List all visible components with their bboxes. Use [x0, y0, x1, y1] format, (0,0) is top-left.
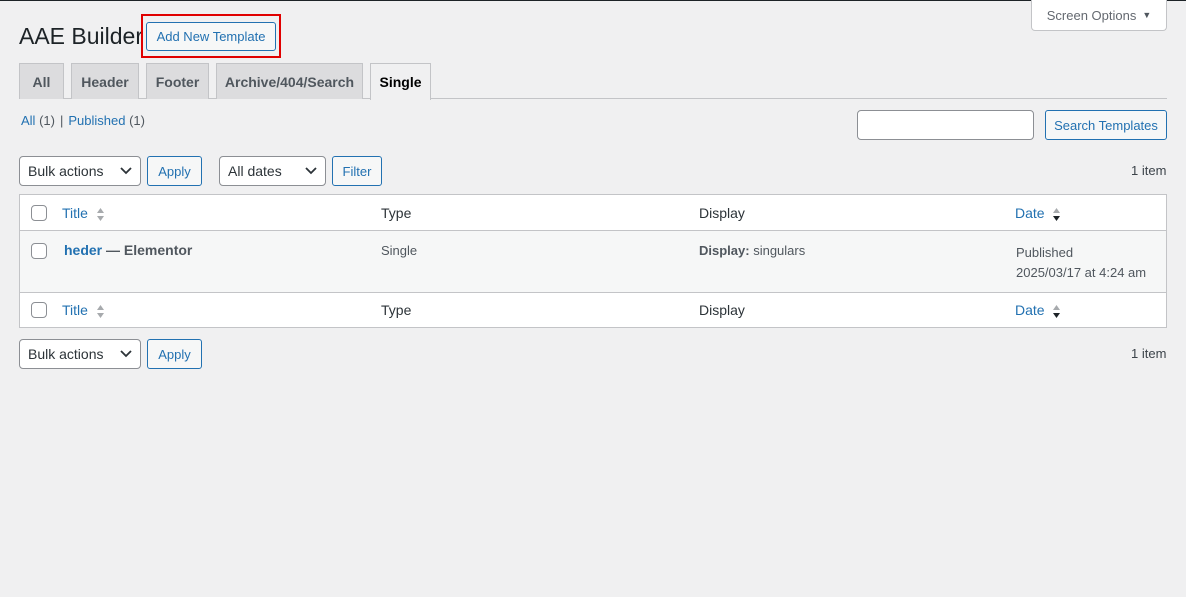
row-display-value: singulars	[753, 243, 806, 258]
tab-archive-404-search[interactable]: Archive/404/Search	[216, 63, 363, 99]
select-all-checkbox-footer[interactable]	[31, 302, 47, 318]
add-new-template-button[interactable]: Add New Template	[146, 22, 276, 51]
row-date: Published 2025/03/17 at 4:24 am	[1016, 243, 1146, 283]
bulk-actions-bottom-value: Bulk actions	[28, 346, 104, 362]
view-all-link[interactable]: All (1)	[21, 113, 55, 128]
caret-down-icon: ▼	[1142, 10, 1152, 20]
bulk-actions-select-bottom[interactable]: Bulk actions	[19, 339, 141, 369]
search-input[interactable]	[857, 110, 1034, 140]
row-title-link[interactable]: heder	[64, 242, 102, 258]
column-title-footer[interactable]: Title	[62, 302, 105, 319]
bulk-actions-value: Bulk actions	[28, 163, 104, 179]
column-date-footer[interactable]: Date	[1015, 302, 1061, 319]
filter-button[interactable]: Filter	[332, 156, 382, 186]
template-type-tabs: All Header Footer Archive/404/Search Sin…	[19, 63, 1167, 100]
search-templates-button[interactable]: Search Templates	[1045, 110, 1167, 140]
table-footer: Title Type Display Date	[20, 292, 1166, 327]
row-display-label: Display:	[699, 243, 750, 258]
view-published-link[interactable]: Published (1)	[68, 113, 145, 128]
chevron-down-icon	[120, 167, 132, 175]
apply-button[interactable]: Apply	[147, 156, 202, 186]
view-published-label: Published	[68, 113, 126, 128]
chevron-down-icon	[120, 350, 132, 358]
column-display-header: Display	[699, 205, 745, 221]
row-date-status: Published	[1016, 245, 1074, 260]
column-display-footer: Display	[699, 302, 745, 318]
sort-icon	[96, 304, 104, 318]
table-header: Title Type Display Date	[20, 195, 1166, 231]
row-title-cell: heder — Elementor	[64, 242, 192, 258]
column-date-label: Date	[1015, 205, 1045, 221]
items-count: 1 item	[1131, 163, 1167, 178]
column-title-footer-label: Title	[62, 302, 88, 318]
column-type-header: Type	[381, 205, 412, 221]
admin-bar-edge	[0, 0, 1186, 1]
tab-single[interactable]: Single	[370, 63, 431, 100]
column-title-header[interactable]: Title	[62, 205, 105, 222]
templates-table: Title Type Display Date heder — Elemento…	[19, 194, 1167, 328]
row-checkbox[interactable]	[31, 243, 47, 259]
tab-all[interactable]: All	[19, 63, 64, 99]
row-state-separator: —	[106, 242, 121, 258]
column-title-label: Title	[62, 205, 88, 221]
tab-footer[interactable]: Footer	[146, 63, 209, 99]
table-row: heder — Elementor Single Display: singul…	[20, 231, 1166, 292]
screen-options-label: Screen Options	[1046, 7, 1137, 23]
view-published-count: (1)	[129, 113, 145, 128]
sort-desc-icon	[1053, 304, 1061, 318]
bulk-actions-select[interactable]: Bulk actions	[19, 156, 141, 186]
status-views: All (1) | Published (1)	[21, 113, 145, 128]
row-state: Elementor	[123, 242, 193, 258]
items-count-bottom: 1 item	[1131, 346, 1167, 361]
row-type: Single	[381, 243, 418, 258]
tab-header[interactable]: Header	[71, 63, 139, 99]
page-title: AAE Builder	[19, 23, 144, 49]
view-all-label: All	[21, 113, 36, 128]
row-display: Display: singulars	[699, 243, 805, 258]
column-date-header[interactable]: Date	[1015, 205, 1061, 222]
row-date-value: 2025/03/17 at 4:24 am	[1016, 265, 1147, 280]
dates-filter-value: All dates	[228, 163, 282, 179]
column-type-footer: Type	[381, 302, 412, 318]
chevron-down-icon	[305, 167, 317, 175]
select-all-checkbox[interactable]	[31, 205, 47, 221]
screen-options-button[interactable]: Screen Options ▼	[1031, 0, 1167, 31]
sort-icon	[96, 207, 104, 221]
view-all-count: (1)	[39, 113, 55, 128]
dates-filter-select[interactable]: All dates	[219, 156, 326, 186]
column-date-footer-label: Date	[1015, 302, 1045, 318]
apply-button-bottom[interactable]: Apply	[147, 339, 202, 369]
sort-desc-icon	[1053, 207, 1061, 221]
views-separator: |	[59, 113, 64, 128]
